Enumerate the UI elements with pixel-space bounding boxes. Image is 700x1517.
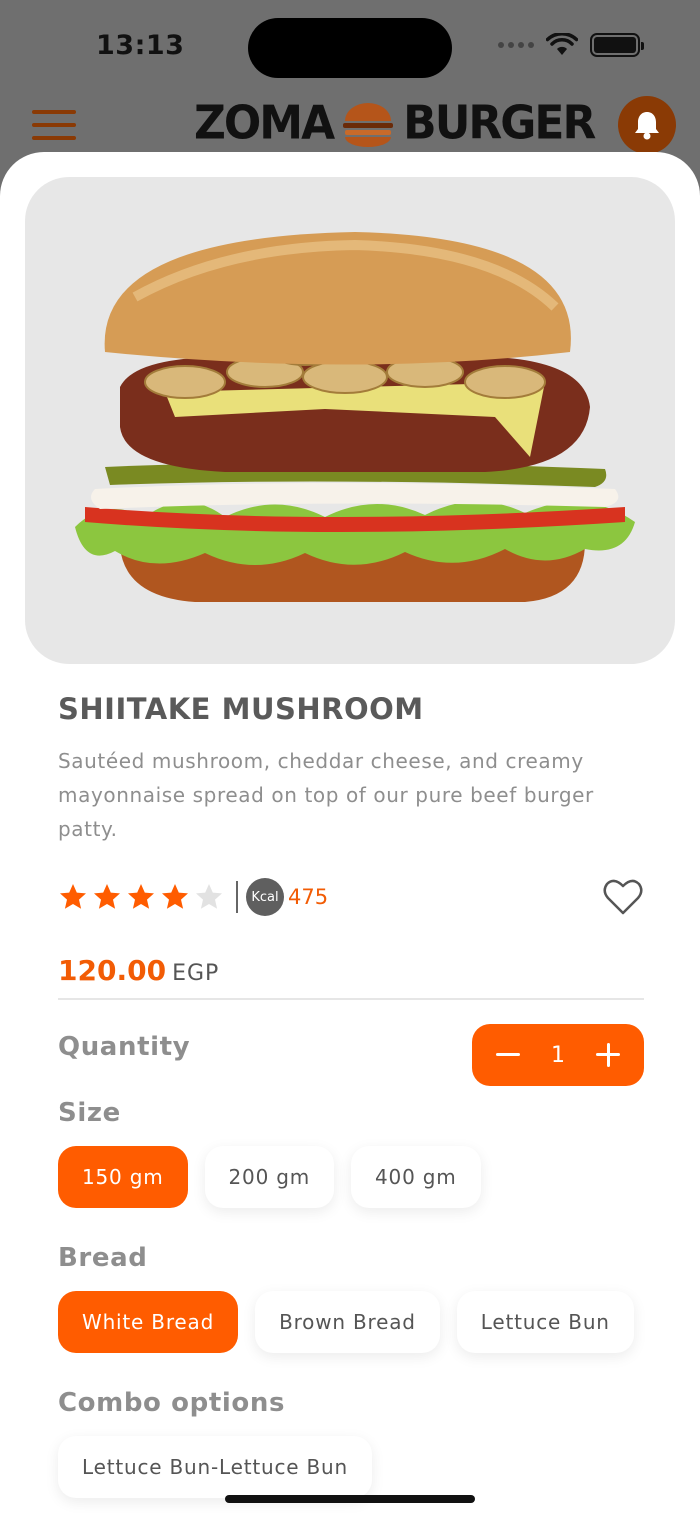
price-amount: 120.00 (58, 954, 167, 987)
brand-right: BURGER (403, 96, 596, 151)
star-icon (94, 884, 120, 909)
bread-option[interactable]: Brown Bread (255, 1291, 440, 1353)
size-option[interactable]: 400 gm (351, 1146, 481, 1208)
star-icon (128, 884, 154, 909)
combo-options: Lettuce Bun-Lettuce Bun (58, 1436, 372, 1498)
kcal-value: 475 (288, 885, 329, 909)
price-currency: EGP (172, 961, 220, 986)
combo-label: Combo options (58, 1388, 286, 1418)
size-option[interactable]: 200 gm (204, 1146, 335, 1208)
kcal-badge: Kcal (246, 878, 284, 916)
status-time: 13:13 (96, 30, 185, 61)
quantity-value: 1 (551, 1042, 565, 1068)
bread-option[interactable]: Lettuce Bun (456, 1291, 634, 1353)
top-nav: ZOMA BURGER (0, 90, 700, 160)
bread-label: Bread (58, 1243, 148, 1273)
signal-icon (498, 42, 534, 48)
notification-button[interactable] (618, 96, 676, 154)
price-row: 120.00 EGP (58, 954, 219, 987)
bell-icon (635, 112, 659, 140)
size-options: 150 gm 200 gm 400 gm (58, 1146, 481, 1208)
star-icon (60, 884, 86, 909)
burger-image (75, 232, 635, 602)
quantity-label: Quantity (58, 1032, 191, 1062)
product-sheet: SHIITAKE MUSHROOM Sautéed mushroom, ched… (0, 152, 700, 1517)
battery-icon (590, 33, 644, 57)
plus-icon[interactable] (594, 1041, 622, 1069)
heart-icon[interactable] (602, 877, 644, 917)
brand-left: ZOMA (194, 96, 335, 151)
quantity-stepper: 1 (472, 1024, 644, 1086)
minus-icon[interactable] (494, 1041, 522, 1069)
size-option[interactable]: 150 gm (58, 1146, 188, 1208)
star-icon (196, 884, 222, 909)
rating-row: Kcal 475 (58, 877, 644, 917)
product-details: SHIITAKE MUSHROOM Sautéed mushroom, ched… (58, 692, 644, 1498)
status-icons (498, 33, 644, 57)
status-bar: 13:13 (0, 0, 700, 90)
rating-divider (236, 881, 238, 913)
product-description: Sautéed mushroom, cheddar cheese, and cr… (58, 749, 594, 841)
bread-option[interactable]: White Bread (58, 1291, 239, 1353)
product-image (25, 177, 675, 664)
hamburger-menu-icon[interactable] (32, 110, 76, 140)
home-indicator (225, 1495, 475, 1503)
price-divider (58, 998, 644, 1000)
star-icon (162, 884, 188, 909)
wifi-icon (546, 33, 578, 55)
rating-stars (58, 882, 224, 912)
bread-options: White Bread Brown Bread Lettuce Bun (58, 1291, 634, 1353)
brand-logo: ZOMA BURGER (194, 96, 596, 151)
combo-option[interactable]: Lettuce Bun-Lettuce Bun (58, 1436, 372, 1498)
product-title: SHIITAKE MUSHROOM (58, 692, 424, 726)
dynamic-island (248, 18, 452, 78)
size-label: Size (58, 1098, 121, 1128)
burger-logo-icon (343, 102, 394, 147)
